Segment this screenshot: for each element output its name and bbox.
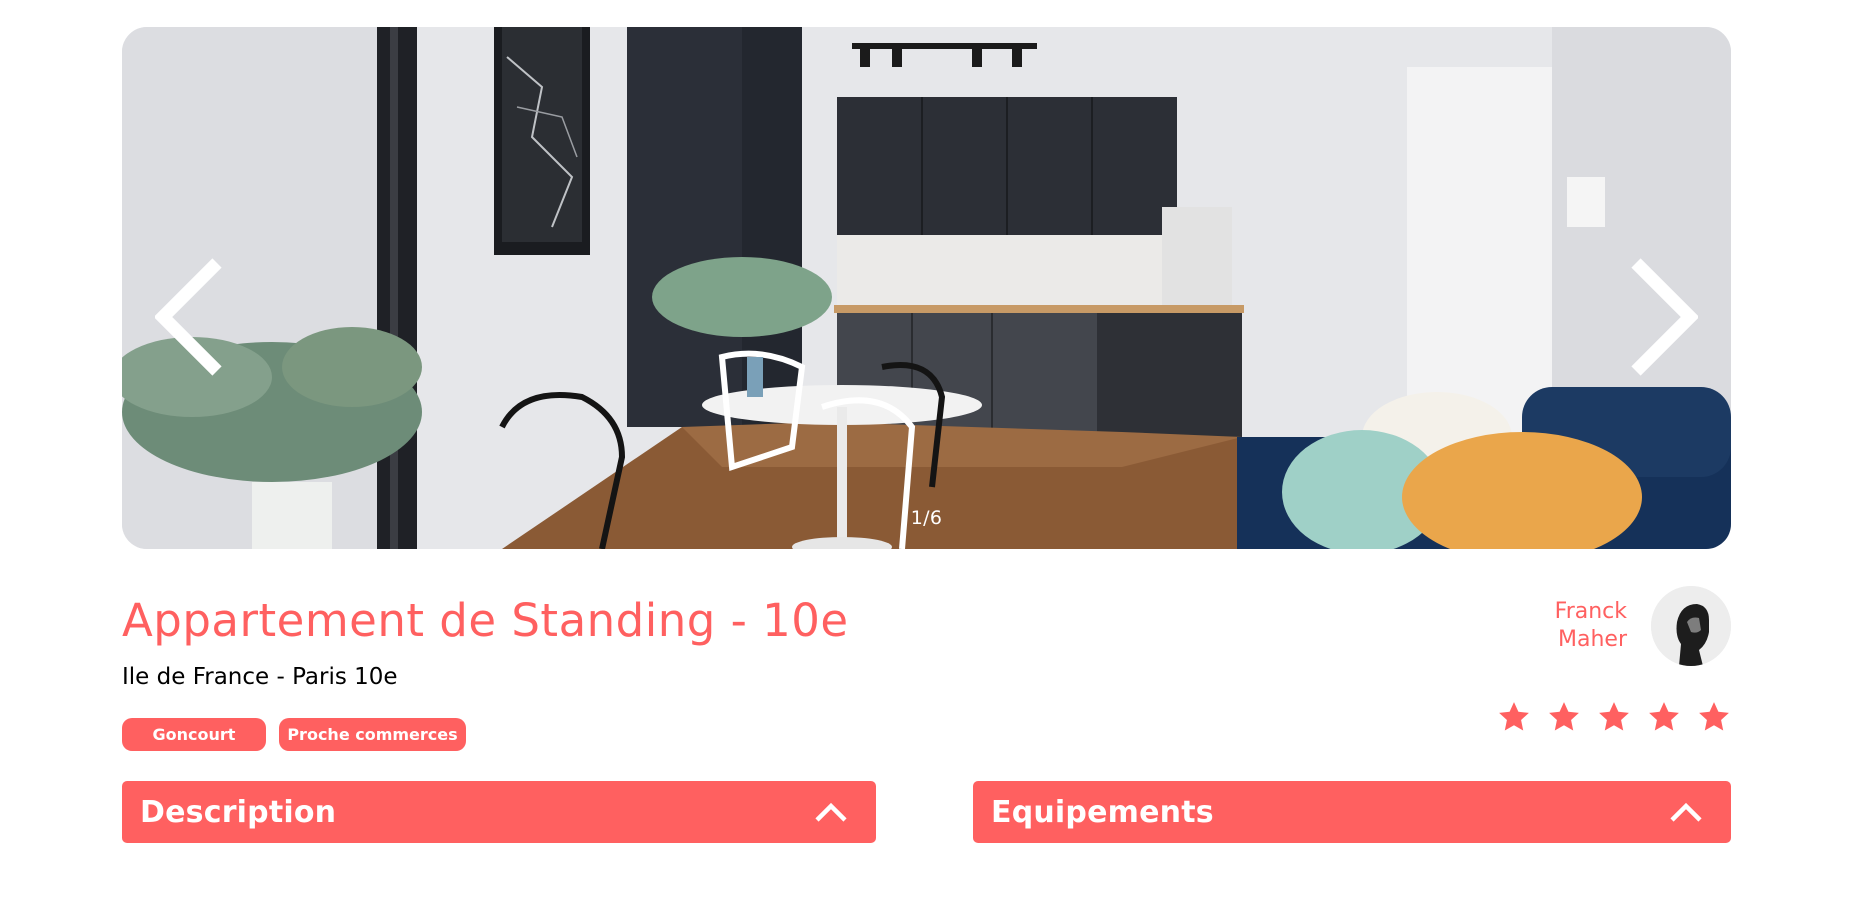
- host-portrait: [1651, 586, 1731, 666]
- host-name: Franck Maher: [1555, 598, 1627, 654]
- chevron-up-icon: [815, 802, 847, 822]
- star-icon: [1649, 702, 1679, 731]
- rating-stars: [1497, 700, 1731, 734]
- apartment-photo: [122, 27, 1731, 549]
- host-info: Franck Maher: [1555, 586, 1731, 666]
- description-title: Description: [140, 794, 337, 830]
- equipments-title: Equipements: [991, 794, 1214, 830]
- host-first-name: Franck: [1554, 599, 1627, 624]
- previous-photo-button[interactable]: [150, 247, 230, 387]
- chevron-up-icon: [1670, 802, 1702, 822]
- star-icon: [1549, 702, 1579, 731]
- chevron-left-icon: [155, 258, 222, 376]
- listing-title: Appartement de Standing - 10e: [122, 594, 849, 647]
- tag: Goncourt: [122, 718, 266, 751]
- star-icon: [1499, 702, 1529, 731]
- tag-list: Goncourt Proche commerces: [122, 718, 466, 751]
- photo-counter-text: 1/6: [910, 507, 943, 529]
- star-icon: [1699, 702, 1729, 731]
- equipments-collapse-button[interactable]: Equipements: [973, 781, 1731, 843]
- photo-counter: 1/6: [122, 507, 1731, 529]
- photo-carousel: 1/6: [122, 27, 1731, 549]
- star-icon: [1599, 702, 1629, 731]
- description-collapse-button[interactable]: Description: [122, 781, 876, 843]
- avatar: [1651, 586, 1731, 666]
- next-photo-button[interactable]: [1623, 247, 1703, 387]
- tag: Proche commerces: [279, 718, 466, 751]
- chevron-right-icon: [1631, 258, 1698, 376]
- host-last-name: Maher: [1558, 627, 1627, 652]
- listing-location: Ile de France - Paris 10e: [122, 664, 398, 690]
